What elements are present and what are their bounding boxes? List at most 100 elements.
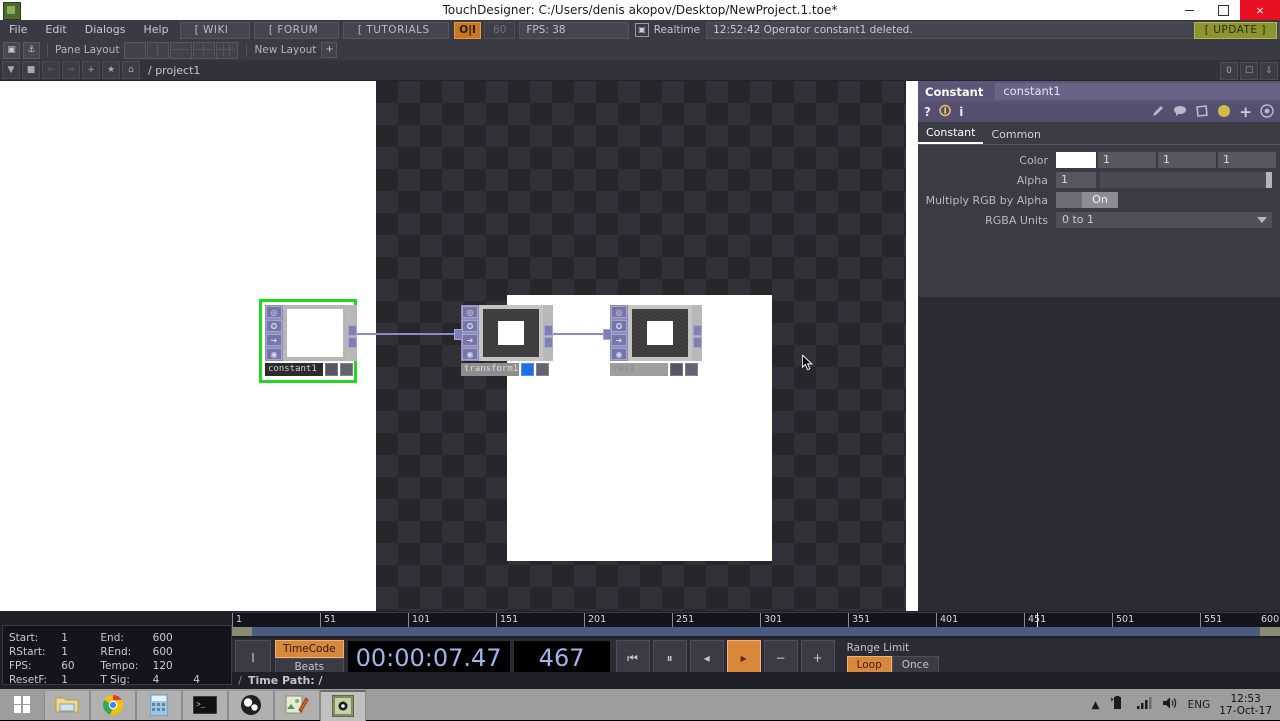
- timecode-mode-button[interactable]: TimeCode: [275, 640, 344, 658]
- menu-edit[interactable]: Edit: [36, 20, 75, 40]
- range-handle-left[interactable]: [232, 627, 252, 636]
- wiki-button[interactable]: [ WIKI ]: [179, 21, 250, 51]
- step-back-button[interactable]: ◂: [689, 640, 724, 676]
- start-button[interactable]: [0, 689, 44, 720]
- tsig-value-2[interactable]: 4: [193, 673, 231, 687]
- image-icon[interactable]: ▣: [3, 41, 20, 59]
- output-port[interactable]: [544, 325, 553, 336]
- time-path-icon[interactable]: /: [232, 674, 248, 687]
- layout-preset-3[interactable]: [170, 41, 193, 59]
- add-icon[interactable]: +: [1239, 103, 1252, 121]
- layout-preset-4[interactable]: [193, 41, 216, 59]
- timeline-ruler[interactable]: 1 51 101 151 201 251 301 351 401 451 501…: [232, 612, 1280, 627]
- node-flags[interactable]: ◎ ✪ ➜ ◉: [610, 305, 628, 361]
- rstart-value[interactable]: 1: [61, 645, 100, 659]
- rgba-units-dropdown[interactable]: 0 to 1: [1056, 212, 1272, 228]
- viewer-flag-icon[interactable]: ◎: [611, 306, 627, 318]
- tab-common[interactable]: Common: [983, 128, 1049, 144]
- node-name-label[interactable]: res1: [610, 363, 668, 376]
- range-handle-right[interactable]: [1260, 627, 1280, 636]
- target-fps-field[interactable]: 60: [483, 21, 516, 39]
- clone-icon[interactable]: [1195, 103, 1209, 122]
- taskbar-google-chrome[interactable]: [90, 690, 136, 720]
- rend-value[interactable]: 600: [153, 645, 194, 659]
- taskbar-image-editor[interactable]: [274, 690, 320, 720]
- tsig-value-1[interactable]: 4: [153, 673, 194, 687]
- frame-display[interactable]: 467: [513, 641, 610, 675]
- start-value[interactable]: 1: [61, 631, 100, 645]
- tempo-value[interactable]: 120: [153, 659, 194, 673]
- show-hidden-icons[interactable]: ▲: [1092, 699, 1100, 711]
- timeline-range-bar[interactable]: [232, 627, 1280, 636]
- add-layout-button[interactable]: +: [321, 42, 338, 58]
- taskbar-touchdesigner[interactable]: [320, 689, 366, 721]
- node-toggle-b[interactable]: [340, 363, 353, 376]
- help-icon[interactable]: ?: [924, 105, 931, 119]
- alpha-slider-knob[interactable]: [1266, 172, 1272, 188]
- node-toggle-a[interactable]: [670, 363, 683, 376]
- render-flag-icon[interactable]: ➜: [266, 334, 282, 346]
- node-toggle-b[interactable]: [685, 363, 698, 376]
- perform-toggle[interactable]: O|I: [454, 21, 481, 39]
- viewer-flag-icon[interactable]: ◎: [462, 306, 478, 318]
- alpha-slider[interactable]: [1100, 172, 1272, 188]
- menu-dialogs[interactable]: Dialogs: [76, 20, 135, 40]
- stop-icon[interactable]: ■: [22, 61, 40, 79]
- decrement-button[interactable]: −: [763, 640, 798, 676]
- tutorials-button[interactable]: [ TUTORIALS ]: [342, 21, 450, 51]
- end-value[interactable]: 600: [153, 631, 194, 645]
- input-port[interactable]: [454, 329, 463, 340]
- clone-flag-icon[interactable]: ✪: [266, 320, 282, 332]
- taskbar-clock[interactable]: 12:53 17-Oct-17: [1219, 693, 1272, 717]
- node-constant1[interactable]: ◎ ✪ ➜ ◉ constant1: [259, 299, 357, 383]
- target-icon[interactable]: [1260, 103, 1274, 122]
- play-button[interactable]: ▸: [726, 640, 761, 676]
- realtime-label[interactable]: Realtime: [654, 24, 700, 36]
- render-flag-icon[interactable]: ➜: [462, 334, 478, 346]
- pane-index[interactable]: 0: [1220, 62, 1238, 80]
- ruler-playhead[interactable]: [1037, 613, 1041, 627]
- viewer-flag-icon[interactable]: ◎: [266, 306, 282, 318]
- star-icon[interactable]: ★: [102, 61, 120, 79]
- update-button[interactable]: [ UPDATE ]: [1193, 22, 1277, 39]
- collapse-pane-icon[interactable]: ⇩: [1260, 62, 1278, 80]
- back-arrow-icon[interactable]: ⇦: [42, 61, 60, 79]
- render-flag-icon[interactable]: ➜: [611, 334, 627, 346]
- input-port[interactable]: [603, 329, 612, 340]
- language-indicator[interactable]: ENG: [1188, 699, 1211, 711]
- alpha-field[interactable]: 1: [1056, 172, 1096, 188]
- output-port-2[interactable]: [544, 337, 553, 348]
- color-b-field[interactable]: 1: [1218, 152, 1276, 168]
- bypass-flag-icon[interactable]: ◉: [462, 348, 478, 360]
- bypass-flag-icon[interactable]: ◉: [266, 348, 282, 360]
- output-port-2[interactable]: [693, 337, 702, 348]
- pencil-icon[interactable]: [1151, 103, 1165, 122]
- menu-file[interactable]: File: [0, 20, 36, 40]
- taskbar-calculator[interactable]: [136, 690, 182, 720]
- op-help-icon[interactable]: 🛈: [939, 102, 951, 123]
- tab-constant[interactable]: Constant: [918, 126, 984, 144]
- maximize-pane-icon[interactable]: ☐: [1240, 62, 1258, 80]
- color-swatch[interactable]: [1056, 152, 1096, 168]
- color-g-field[interactable]: 1: [1158, 152, 1216, 168]
- add-icon[interactable]: +: [82, 61, 100, 79]
- node-toggle-a[interactable]: [325, 363, 338, 376]
- output-port-2[interactable]: [348, 337, 357, 348]
- output-port[interactable]: [693, 325, 702, 336]
- volume-icon[interactable]: [1162, 696, 1178, 713]
- taskbar-command-prompt[interactable]: >_: [182, 690, 228, 720]
- info-icon[interactable]: i: [959, 105, 963, 119]
- multiply-rgb-toggle[interactable]: On: [1056, 192, 1118, 208]
- timecode-display[interactable]: 00:00:07.47: [347, 641, 510, 675]
- node-name-label[interactable]: transform1: [461, 363, 519, 376]
- node-res1[interactable]: ◎ ✪ ➜ ◉ res1: [603, 305, 702, 377]
- pause-button[interactable]: ⏸: [652, 640, 687, 676]
- resetf-value[interactable]: 1: [61, 673, 100, 687]
- taskbar-obs-studio[interactable]: [228, 690, 274, 720]
- time-path-label[interactable]: Time Path: /: [248, 674, 323, 687]
- layout-preset-2[interactable]: [147, 41, 170, 59]
- forum-button[interactable]: [ FORUM ]: [253, 21, 339, 51]
- operator-name-field[interactable]: constant1: [995, 83, 1280, 100]
- node-name-label[interactable]: constant1: [265, 363, 323, 376]
- network-signal-icon[interactable]: [1136, 696, 1152, 713]
